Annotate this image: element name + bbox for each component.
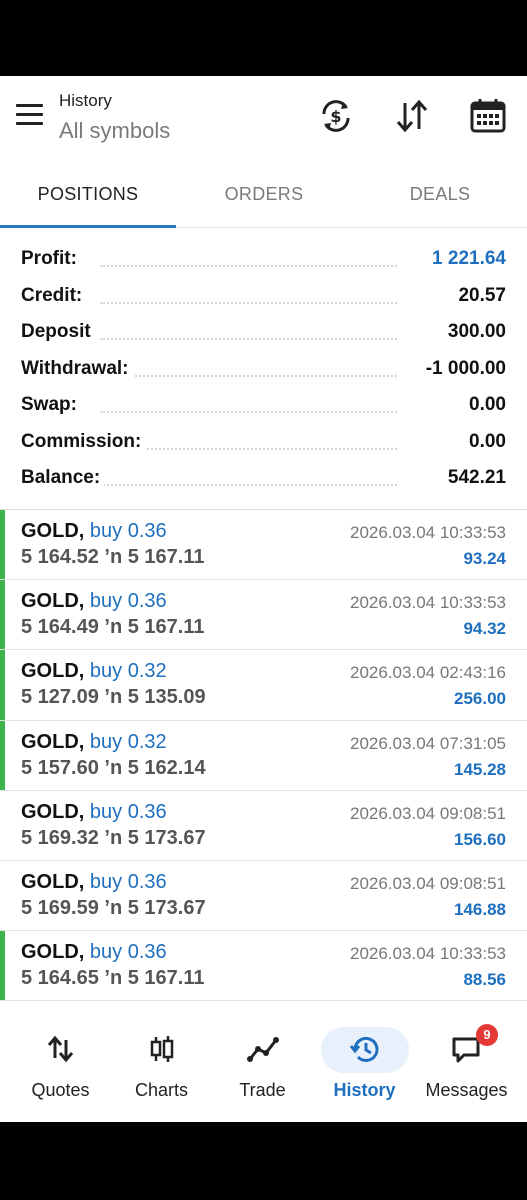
active-tab-indicator — [0, 225, 176, 228]
nav-label: Messages — [425, 1080, 508, 1100]
position-time: 2026.03.04 09:08:51 — [350, 873, 506, 893]
history-tabs: POSITIONS ORDERS DEALS — [0, 166, 527, 228]
summary-row-deposit: Deposit 300.00 — [0, 315, 527, 352]
position-row[interactable]: GOLD, buy 0.36 5 164.52 ’n 5 167.11 2026… — [0, 510, 527, 581]
summary-value: 0.00 — [469, 394, 506, 415]
summary-value: 1 221.64 — [432, 248, 506, 269]
account-summary: Profit: 1 221.64 Credit: 20.57 Deposit 3… — [0, 242, 527, 498]
summary-label: Balance: — [21, 467, 105, 489]
tab-orders[interactable]: ORDERS — [176, 166, 352, 228]
nav-quotes[interactable]: Quotes — [8, 1022, 113, 1122]
position-prices: 5 164.65 ’n 5 167.11 — [21, 967, 205, 990]
positions-list: GOLD, buy 0.36 5 164.52 ’n 5 167.11 2026… — [0, 510, 527, 1002]
position-row[interactable]: GOLD, buy 0.36 5 164.65 ’n 5 167.11 2026… — [0, 931, 527, 1002]
svg-text:$: $ — [330, 107, 341, 126]
summary-row-credit: Credit: 20.57 — [0, 279, 527, 316]
position-side: buy 0.32 — [89, 660, 167, 683]
position-prices: 5 164.52 ’n 5 167.11 — [21, 546, 205, 568]
menu-button[interactable] — [14, 102, 46, 128]
nav-messages[interactable]: 9 Messages — [414, 1022, 519, 1122]
position-profit: 94.32 — [463, 619, 506, 639]
history-screen: History All symbols $ POSITIONS ORDERS D… — [0, 76, 527, 1122]
position-symbol: GOLD, — [21, 520, 85, 542]
position-symbol: GOLD, — [21, 590, 85, 613]
summary-value: -1 000.00 — [425, 357, 506, 379]
position-time: 2026.03.04 10:33:53 — [350, 523, 506, 542]
symbol-filter[interactable]: All symbols — [59, 118, 170, 144]
summary-label: Swap: — [21, 394, 81, 416]
position-time: 2026.03.04 07:31:05 — [350, 733, 506, 753]
summary-row-swap: Swap: 0.00 — [0, 388, 527, 425]
nav-history[interactable]: History — [312, 1022, 417, 1122]
summary-label: Withdrawal: — [21, 357, 133, 380]
position-time: 2026.03.04 10:33:53 — [350, 944, 506, 964]
nav-label: Charts — [134, 1080, 188, 1100]
summary-row-withdrawal: Withdrawal: -1 000.00 — [0, 352, 527, 389]
currency-exchange-icon[interactable]: $ — [316, 96, 356, 136]
nav-trade[interactable]: Trade — [210, 1022, 315, 1122]
tab-deals[interactable]: DEALS — [352, 166, 527, 228]
position-time: 2026.03.04 09:08:51 — [350, 803, 506, 823]
position-row[interactable]: GOLD, buy 0.32 5 157.60 ’n 5 162.14 2026… — [0, 720, 527, 791]
summary-row-commission: Commission: 0.00 — [0, 425, 527, 462]
summary-value: 300.00 — [447, 321, 506, 342]
nav-label: Trade — [239, 1080, 286, 1100]
summary-row-balance: Balance: 542.21 — [0, 461, 527, 498]
position-row[interactable]: GOLD, buy 0.32 5 127.09 ’n 5 135.09 2026… — [0, 650, 527, 721]
position-prices: 5 169.59 ’n 5 173.67 — [21, 896, 206, 919]
summary-label: Commission: — [21, 430, 146, 453]
summary-label: Deposit — [21, 321, 95, 343]
position-time: 2026.03.04 10:33:53 — [350, 593, 506, 613]
position-side: buy 0.36 — [89, 941, 167, 964]
summary-value: 0.00 — [469, 430, 506, 452]
position-symbol: GOLD, — [21, 941, 85, 964]
history-icon — [348, 1034, 382, 1064]
nav-charts[interactable]: Charts — [109, 1022, 214, 1122]
unread-badge: 9 — [476, 1024, 498, 1046]
position-profit: 88.56 — [463, 970, 506, 990]
position-side: buy 0.36 — [89, 870, 167, 893]
summary-label: Credit: — [21, 284, 87, 307]
summary-label: Profit: — [21, 248, 81, 270]
tab-positions[interactable]: POSITIONS — [0, 166, 176, 228]
summary-row-profit: Profit: 1 221.64 — [0, 242, 527, 279]
app-header: History All symbols $ — [0, 76, 527, 166]
position-side: buy 0.32 — [89, 730, 167, 753]
position-profit: 256.00 — [454, 689, 506, 709]
bottom-navigation: Quotes Charts Trade History 9 Messages — [0, 1022, 527, 1122]
position-prices: 5 127.09 ’n 5 135.09 — [21, 686, 206, 709]
position-profit: 146.88 — [454, 899, 506, 919]
sort-icon[interactable] — [392, 96, 432, 136]
position-side: buy 0.36 — [89, 520, 167, 542]
position-profit: 145.28 — [454, 759, 506, 779]
position-side: buy 0.36 — [89, 590, 167, 613]
position-row[interactable]: GOLD, buy 0.36 5 164.49 ’n 5 167.11 2026… — [0, 580, 527, 651]
position-symbol: GOLD, — [21, 660, 85, 683]
charts-icon — [145, 1034, 179, 1064]
position-prices: 5 164.49 ’n 5 167.11 — [21, 616, 205, 639]
position-symbol: GOLD, — [21, 730, 85, 753]
nav-label: Quotes — [31, 1080, 90, 1100]
nav-label: History — [333, 1080, 396, 1100]
header-subtitle: History — [59, 91, 112, 110]
position-side: buy 0.36 — [89, 800, 167, 823]
summary-value: 542.21 — [447, 467, 506, 488]
position-profit: 93.24 — [463, 549, 506, 568]
position-row[interactable]: GOLD, buy 0.36 5 169.59 ’n 5 173.67 2026… — [0, 861, 527, 932]
summary-value: 20.57 — [458, 284, 506, 306]
position-time: 2026.03.04 02:43:16 — [350, 663, 506, 683]
position-profit: 156.60 — [454, 829, 506, 849]
position-prices: 5 157.60 ’n 5 162.14 — [21, 756, 206, 779]
position-prices: 5 169.32 ’n 5 173.67 — [21, 826, 206, 849]
position-symbol: GOLD, — [21, 870, 85, 893]
position-symbol: GOLD, — [21, 800, 85, 823]
position-row[interactable]: GOLD, buy 0.36 5 169.32 ’n 5 173.67 2026… — [0, 791, 527, 861]
quotes-icon — [44, 1034, 78, 1064]
calendar-icon[interactable] — [468, 96, 508, 136]
trade-icon — [246, 1034, 280, 1064]
